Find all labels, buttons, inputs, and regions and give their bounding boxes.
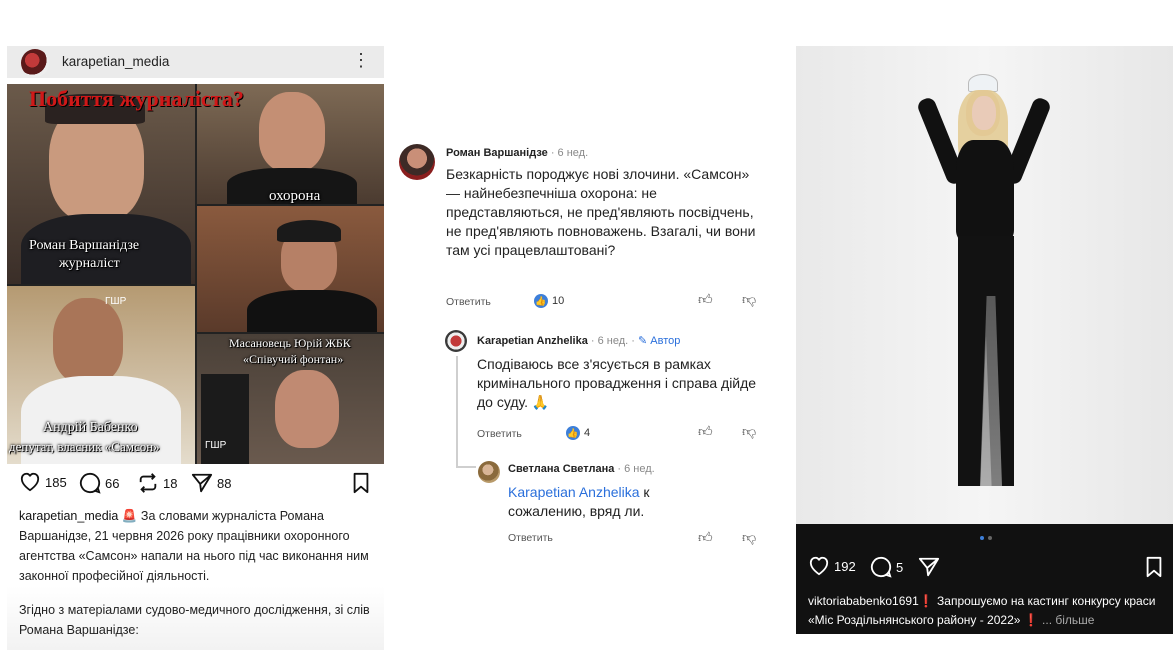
more-link[interactable]: ... більше <box>1039 613 1094 627</box>
carousel-dots <box>980 536 992 540</box>
comments-thread: Роман Варшанідзе · 6 нед. Безкарність по… <box>396 140 776 560</box>
badge-gshr: ГШР <box>205 440 227 451</box>
photo-journalist <box>7 84 195 284</box>
comment-author[interactable]: Роман Варшанідзе · 6 нед. <box>446 147 588 159</box>
send-icon <box>918 557 940 577</box>
label-masanovets-2: «Співучий фонтан» <box>243 352 344 366</box>
left-post: karapetian_media ⋮ ГШР ГШР Побиття журна… <box>7 46 384 650</box>
exclamation-emoji: ❗ <box>918 594 934 608</box>
repost-icon <box>139 473 157 493</box>
label-babenko-role: депутат, власник «Самсон» <box>9 439 160 454</box>
comment-text: Безкарність породжує нові злочини. «Самс… <box>446 166 756 258</box>
comment-button[interactable]: 66 <box>79 472 119 494</box>
reply-button[interactable]: Ответить <box>446 296 491 308</box>
save-button[interactable] <box>351 472 371 494</box>
post-username[interactable]: karapetian_media <box>62 54 169 69</box>
carousel-dot[interactable] <box>988 536 992 540</box>
label-babenko-name: Андрій Бабенко <box>43 420 138 435</box>
siren-emoji: 🚨 <box>121 509 138 523</box>
reply-button[interactable]: Ответить <box>477 428 522 440</box>
bookmark-icon <box>353 472 369 494</box>
avatar[interactable] <box>478 461 500 483</box>
post-caption: karapetian_media 🚨 За словами журналіста… <box>19 506 374 586</box>
bookmark-icon <box>1146 556 1162 578</box>
share-button[interactable]: 88 <box>191 472 231 494</box>
repost-button[interactable]: 18 <box>137 472 177 494</box>
avatar[interactable] <box>445 330 467 352</box>
label-journalist-role: журналіст <box>59 256 120 271</box>
thumbs-down-icon[interactable]: 👎︎ <box>742 291 756 308</box>
carousel-dot-active[interactable] <box>980 536 984 540</box>
comment-likes[interactable]: 👍 10 <box>534 294 564 308</box>
like-button[interactable]: 185 <box>19 472 67 492</box>
right-post: 192 5 viktoriababenko1691❗ Запрошуємо на… <box>796 46 1173 634</box>
share-count: 88 <box>217 475 232 491</box>
post-image[interactable]: ГШР ГШР Побиття журналіста? охорона Рома… <box>7 84 384 464</box>
label-journalist-name: Роман Варшанідзе <box>29 238 140 253</box>
thumbs-up-icon[interactable]: 👍︎ <box>698 423 713 440</box>
comment-count: 5 <box>896 559 904 575</box>
mention-link[interactable]: Karapetian Anzhelika <box>508 484 640 500</box>
comment-text: Сподіваюсь все з'ясується в рамках кримі… <box>477 356 757 410</box>
save-button[interactable] <box>1144 556 1164 578</box>
more-options-icon[interactable]: ⋮ <box>352 50 370 70</box>
thread-line <box>456 356 458 466</box>
comment-author[interactable]: Светлана Светлана · 6 нед. <box>508 463 655 475</box>
comment-text: Karapetian Anzhelika к сожалению, вряд л… <box>508 484 650 519</box>
like-count: 192 <box>834 558 856 574</box>
comment-count: 66 <box>105 475 120 491</box>
comment-likes[interactable]: 👍 4 <box>566 426 590 440</box>
author-badge: ✎ Автор <box>638 335 681 347</box>
label-masanovets-1: Масановець Юрій ЖБК <box>229 336 351 350</box>
label-guard: охорона <box>269 188 321 204</box>
avatar[interactable] <box>21 49 49 77</box>
heart-icon <box>20 472 40 492</box>
thumbs-down-icon[interactable]: 👎︎ <box>742 529 756 546</box>
photo-babenko <box>7 286 195 464</box>
send-icon <box>191 473 213 493</box>
comment-button[interactable]: 5 <box>870 556 903 578</box>
comment-icon <box>79 472 101 494</box>
like-icon: 👍 <box>534 294 548 308</box>
thumbs-down-icon[interactable]: 👎︎ <box>742 423 756 440</box>
repost-count: 18 <box>163 475 178 491</box>
thread-branch <box>456 466 476 468</box>
avatar[interactable] <box>399 144 435 180</box>
post-header: karapetian_media ⋮ <box>7 46 384 78</box>
post-image[interactable] <box>796 46 1173 524</box>
badge-gshr-2: ГШР <box>105 296 127 307</box>
comment-author[interactable]: Karapetian Anzhelika · 6 нед. · ✎ Автор <box>477 334 680 347</box>
thumbs-up-icon[interactable]: 👍︎ <box>698 529 713 546</box>
caption-username[interactable]: viktoriababenko1691 <box>808 594 919 608</box>
post-caption: viktoriababenko1691❗ Запрошуємо на касти… <box>808 592 1168 630</box>
photo-guard-cap <box>197 206 384 332</box>
comment-icon <box>870 556 892 578</box>
caption-username[interactable]: karapetian_media <box>19 509 118 523</box>
like-count: 185 <box>45 474 67 490</box>
heart-icon <box>809 556 829 576</box>
exclamation-emoji-2: ❗ <box>1023 613 1039 627</box>
like-button[interactable]: 192 <box>808 556 856 576</box>
collage-title: Побиття журналіста? <box>29 86 244 111</box>
caption-text-2: Згідно з матеріалами судово-медичного до… <box>19 603 370 637</box>
share-button[interactable] <box>918 556 940 578</box>
thumbs-up-icon[interactable]: 👍︎ <box>698 291 713 308</box>
reply-button[interactable]: Ответить <box>508 532 553 544</box>
like-icon: 👍 <box>566 426 580 440</box>
post-actions: 185 66 18 88 <box>7 472 384 498</box>
